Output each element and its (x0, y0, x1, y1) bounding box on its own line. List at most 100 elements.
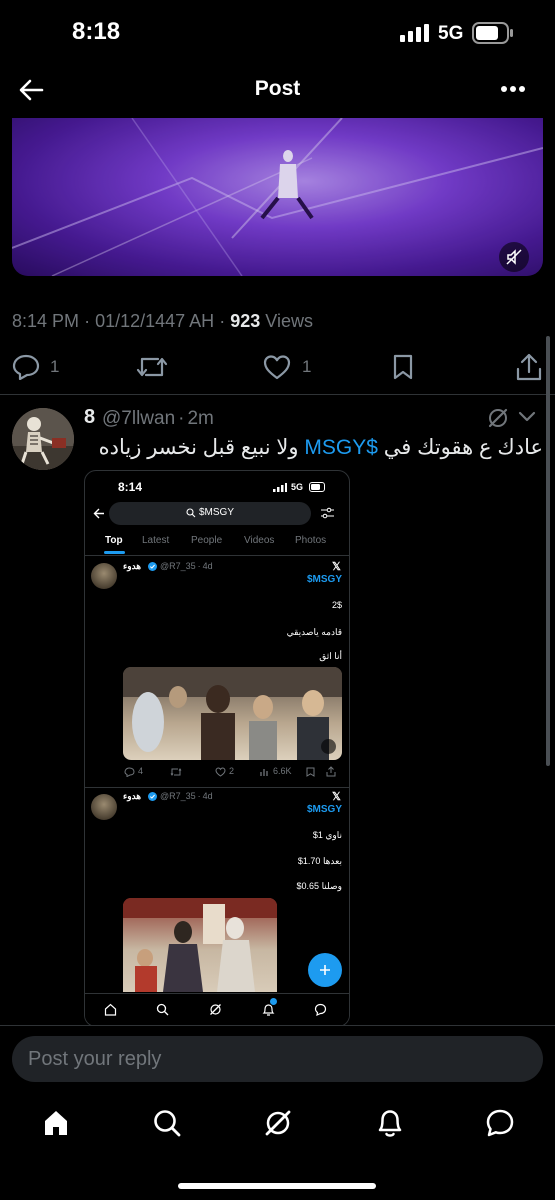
avatar-image (12, 408, 74, 470)
embedded-back-icon (93, 508, 104, 519)
caret-down-icon[interactable] (518, 411, 536, 423)
embedded-like-icon (215, 767, 226, 777)
like-count: 1 (302, 357, 312, 376)
reply-handle[interactable]: @7llwan (102, 408, 175, 429)
embedded-post1-cashtag: $MSGY (306, 574, 342, 585)
embedded-post2-cashtag: $MSGY (306, 804, 342, 815)
embedded-views-icon (260, 769, 268, 776)
mute-button[interactable] (499, 242, 529, 272)
embedded-post1-handle: @R7_35 (160, 561, 196, 571)
grok-tab-icon[interactable] (263, 1108, 293, 1138)
meta-separator: · (219, 311, 226, 331)
embedded-crowd-image (123, 667, 342, 760)
embedded-post1-video (123, 667, 342, 760)
embedded-grok-tab-icon (210, 1004, 221, 1015)
views-label: Views (265, 311, 313, 331)
more-options-icon[interactable] (500, 84, 526, 94)
share-icon[interactable] (515, 352, 543, 382)
embedded-search-tab-icon (156, 1003, 169, 1016)
embedded-search-box: $MSGY (109, 502, 311, 525)
embedded-post2-meta: @R7_35 · 4d (160, 791, 213, 801)
embedded-search-query: $MSGY (199, 507, 235, 518)
post-timestamp: 8:14 PM · 01/12/1447 AH · 923 Views (12, 311, 313, 332)
home-icon[interactable] (41, 1108, 71, 1138)
embedded-scene-image (123, 898, 277, 992)
scrollbar[interactable] (546, 336, 550, 766)
embedded-avatar (91, 794, 117, 820)
embedded-status-time: 8:14 (118, 480, 143, 494)
embedded-verified-icon (148, 562, 157, 571)
views-count[interactable]: 923 (230, 311, 260, 331)
embedded-tab-people: People (191, 535, 223, 546)
meta-separator: · (84, 311, 91, 331)
avatar[interactable] (12, 408, 74, 470)
reply-icon[interactable] (12, 354, 40, 380)
embedded-post2-line1: ناوي 1$ (312, 830, 342, 840)
divider (0, 394, 555, 395)
attached-image[interactable]: 8:14 5G $MSGY Top Latest People Videos P… (84, 470, 350, 1027)
status-network: 5G (438, 23, 464, 44)
embedded-reply-count: 4 (138, 766, 144, 776)
bookmark-icon[interactable] (391, 353, 415, 381)
meta-separator: · (197, 791, 201, 801)
reply-text-part2: ولا نبيع قبل نخسر زياده (98, 436, 305, 459)
reply-age: 2m (187, 408, 214, 429)
embedded-notifications-icon (262, 1004, 275, 1016)
video-player[interactable] (12, 118, 543, 276)
embedded-post2-video (123, 898, 277, 992)
embedded-like-count: 2 (229, 766, 235, 776)
embedded-post1-meta: @R7_35 · 4d (160, 561, 213, 571)
embedded-post1-age: 4d (202, 561, 213, 571)
grok-icon[interactable] (486, 406, 510, 430)
embedded-post2-name: هدوء (123, 791, 142, 801)
embedded-post2-line3: وصلنا 0.65$ (296, 881, 342, 891)
status-time: 8:18 (72, 18, 121, 45)
embedded-compose-fab (308, 953, 342, 987)
embedded-tab-photos: Photos (295, 535, 327, 546)
post-date: 01/12/1447 AH (95, 311, 215, 331)
embedded-post2-age: 4d (202, 791, 213, 801)
reply-input-placeholder: Post your reply (28, 1048, 162, 1070)
embedded-network: 5G (291, 482, 304, 492)
embedded-post2-line2: بعدها 1.70$ (297, 856, 342, 866)
reply-cashtag[interactable]: $MSGY (304, 436, 378, 459)
reply-display-name[interactable]: 8 (84, 406, 95, 429)
meta-separator: · (178, 408, 185, 429)
embedded-post1-stats: 4 2 6.6K (123, 766, 345, 780)
muted-speaker-icon (506, 249, 522, 265)
like-heart-icon[interactable] (263, 354, 291, 380)
embedded-home-icon (104, 1003, 117, 1016)
embedded-mute-icon (321, 739, 336, 754)
embedded-x-logo-icon: 𝕏 (332, 791, 341, 803)
embedded-tabbar (85, 993, 349, 1026)
embedded-verified-icon (148, 792, 157, 801)
video-frame (12, 118, 543, 276)
page-title: Post (254, 77, 301, 100)
search-tab-icon[interactable] (152, 1108, 182, 1138)
signal-icon (400, 24, 429, 42)
reply-handle-line: @7llwan · 2m (102, 408, 214, 430)
embedded-tab-videos: Videos (244, 535, 275, 546)
reply-text: عادك ع هقوتك في $MSGY ولا نبيع قبل نخسر … (99, 435, 543, 460)
embedded-post1-name: هدوء (123, 561, 142, 571)
embedded-x-logo-icon: 𝕏 (332, 561, 341, 573)
embedded-divider (85, 787, 349, 788)
notifications-icon[interactable] (375, 1107, 405, 1139)
embedded-reply-icon (124, 767, 135, 777)
battery-icon (472, 22, 513, 44)
embedded-bookmark-icon (306, 767, 315, 777)
reply-count: 1 (50, 357, 60, 376)
embedded-messages-icon (314, 1003, 327, 1016)
reply-input[interactable]: Post your reply (12, 1036, 543, 1082)
embedded-tab-latest: Latest (142, 535, 170, 546)
embedded-plus-icon (320, 965, 330, 975)
embedded-divider (85, 555, 349, 556)
embedded-tab-top: Top (105, 535, 123, 546)
embedded-views-count: 6.6K (273, 766, 292, 776)
embedded-share-icon (326, 766, 336, 777)
embedded-notification-badge (270, 998, 277, 1005)
reply-text-part1: عادك ع هقوتك في (377, 436, 543, 459)
repost-icon[interactable] (136, 354, 168, 380)
action-bar: 1 1 (0, 345, 555, 389)
messages-icon[interactable] (485, 1108, 515, 1138)
